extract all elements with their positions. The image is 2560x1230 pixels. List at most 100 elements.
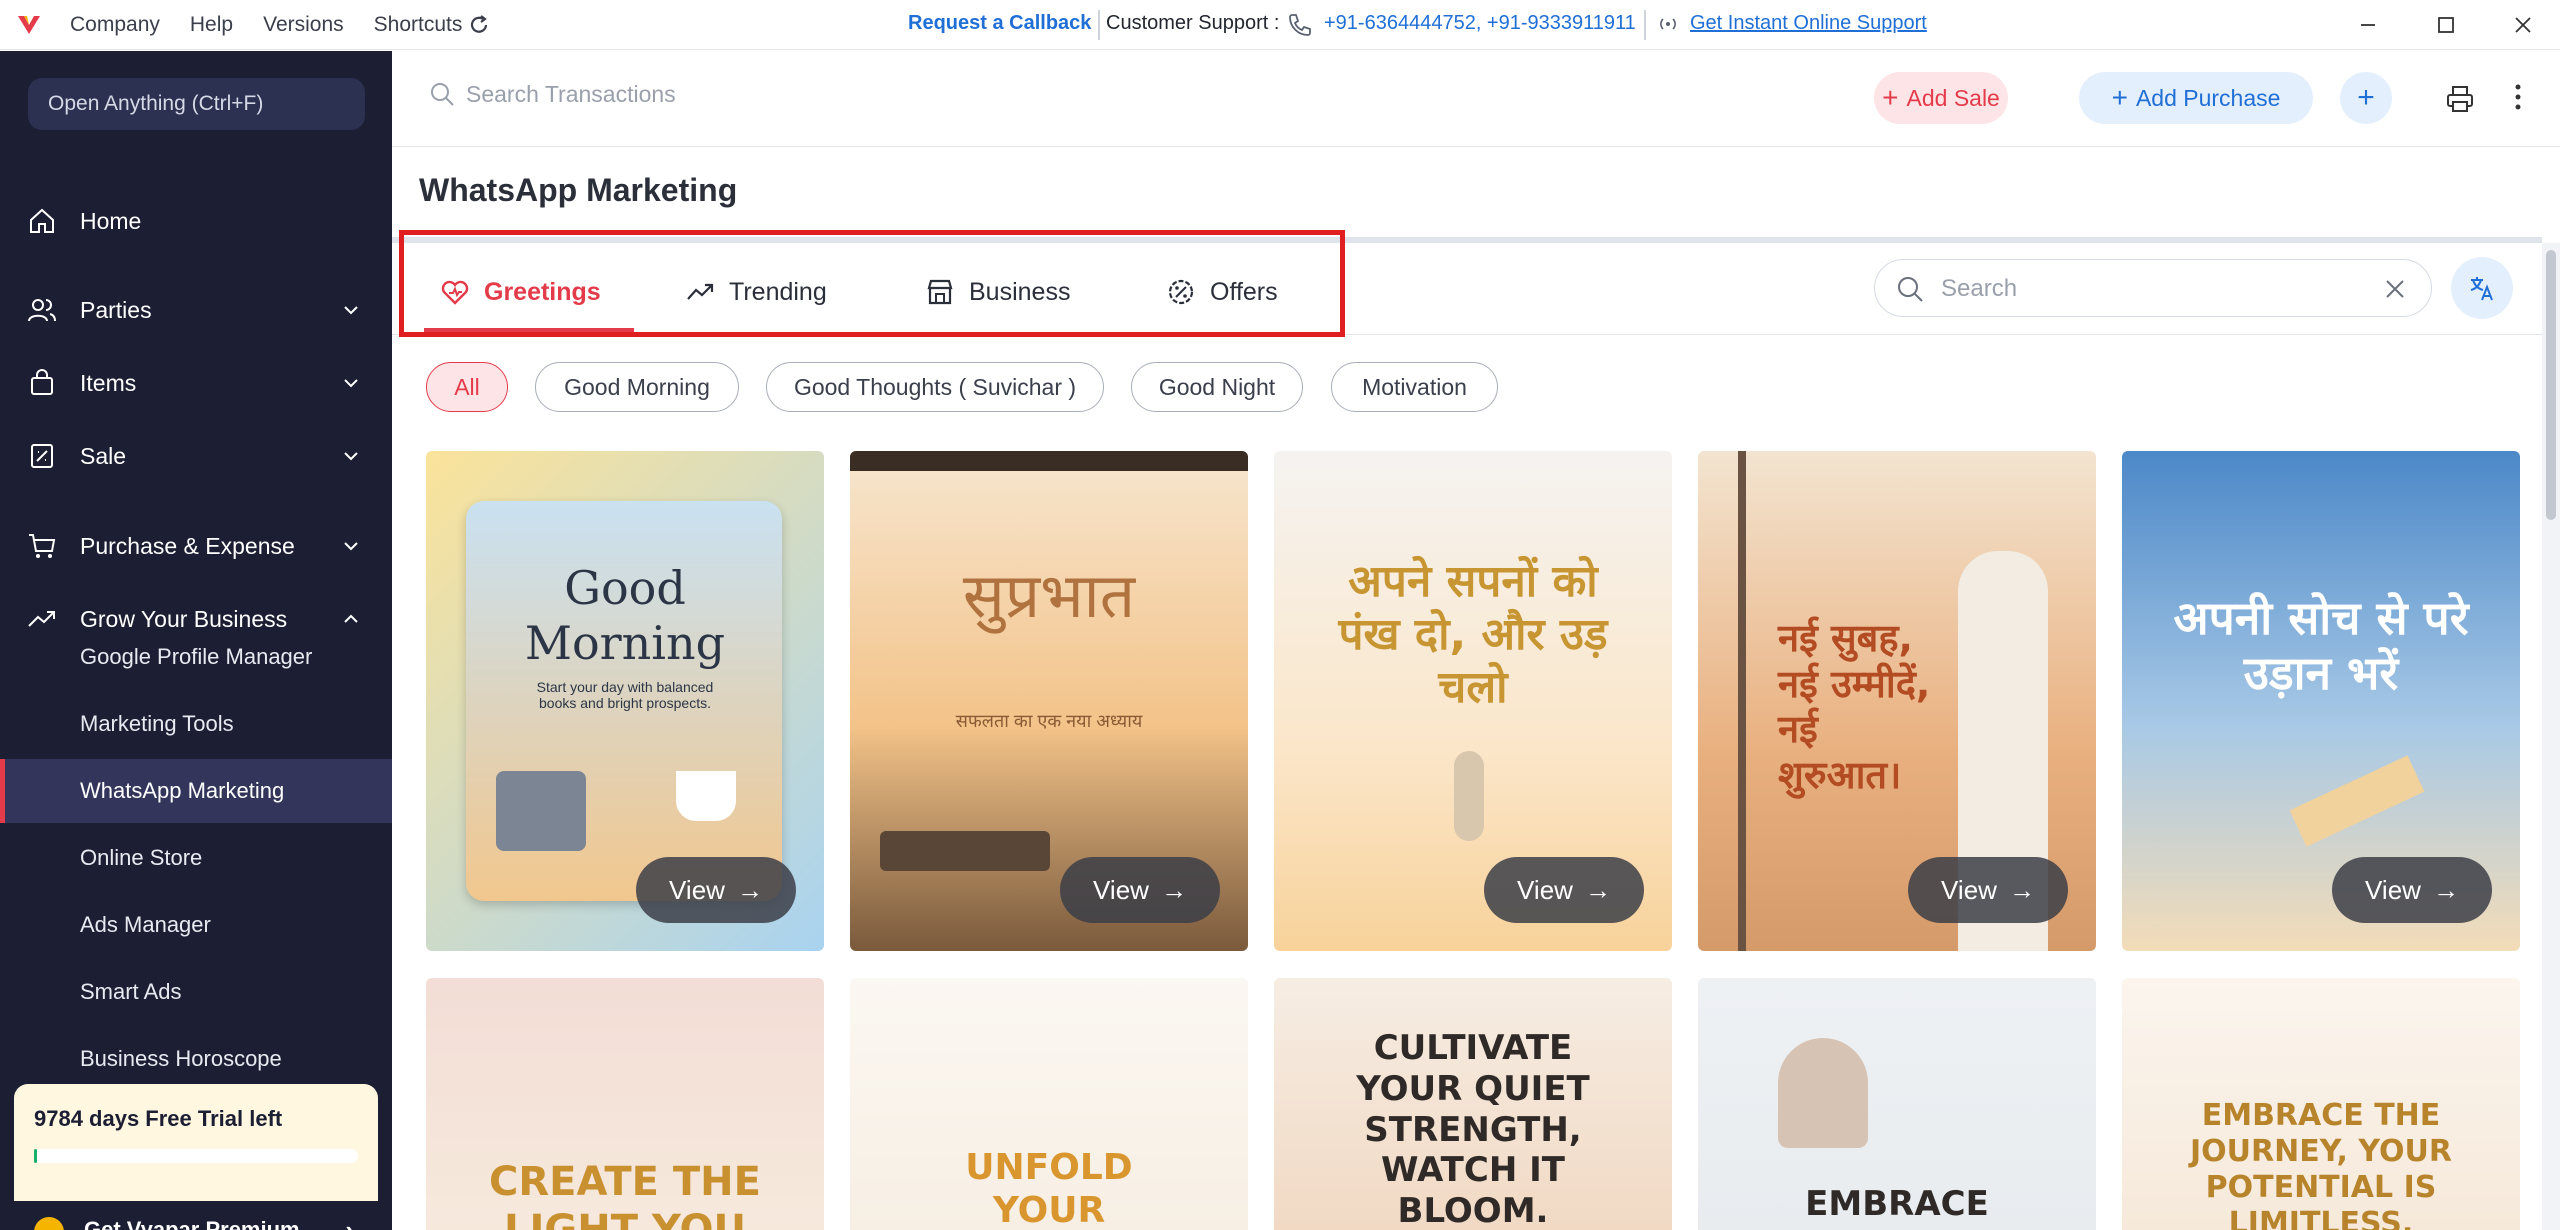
card-subtext: सफलता का एक नया अध्याय [955, 711, 1143, 731]
view-label: View [1093, 874, 1149, 905]
sidebar-subitem-whatsapp-marketing[interactable]: WhatsApp Marketing [0, 759, 392, 823]
card-headline: CREATE THE LIGHT YOU [489, 1159, 761, 1230]
chip-good-night[interactable]: Good Night [1131, 362, 1303, 412]
view-button[interactable]: View → [636, 857, 796, 923]
card-subtext: Start your day with balanced books and b… [536, 679, 714, 711]
view-button[interactable]: View → [1060, 857, 1220, 923]
sidebar-item-purchase-expense[interactable]: Purchase & Expense [0, 516, 392, 576]
add-sale-label: Add Sale [1906, 84, 2000, 111]
page-title: WhatsApp Marketing [419, 172, 738, 208]
support-phone-numbers[interactable]: +91-6364444752, +91-9333911911 [1324, 12, 1636, 35]
sidebar-subitem-business-horoscope[interactable]: Business Horoscope [0, 1027, 392, 1091]
template-card[interactable]: अपने सपनों को पंख दो, और उड़ चलो View → [1274, 451, 1672, 951]
scrollbar-thumb[interactable] [2546, 250, 2556, 520]
sidebar-subitem-google-profile[interactable]: Google Profile Manager [0, 625, 392, 689]
add-sale-button[interactable]: + Add Sale [1874, 72, 2008, 124]
sidebar-item-home[interactable]: Home [0, 191, 392, 251]
card-headline: अपने सपनों को पंख दो, और उड़ चलो [1338, 556, 1608, 713]
plus-icon: + [2111, 82, 2128, 113]
sidebar-subitem-marketing-tools[interactable]: Marketing Tools [0, 692, 392, 756]
sidebar-item-label: Items [80, 369, 137, 396]
premium-label: Get Vyapar Premium [84, 1217, 300, 1230]
menu-company[interactable]: Company [70, 13, 160, 37]
refresh-icon[interactable] [466, 12, 492, 38]
template-card[interactable]: अपनी सोच से परे उड़ान भरें View → [2122, 451, 2520, 951]
chip-motivation[interactable]: Motivation [1331, 362, 1498, 412]
plus-icon: + [1882, 82, 1899, 113]
maximize-icon[interactable] [2431, 10, 2461, 40]
chip-good-morning[interactable]: Good Morning [535, 362, 739, 412]
card-headline: EMBRACE THE JOURNEY, YOUR POTENTIAL IS L… [2190, 1098, 2452, 1230]
close-icon[interactable] [2508, 10, 2538, 40]
sidebar-subitem-ads-manager[interactable]: Ads Manager [0, 893, 392, 957]
sidebar-item-sale[interactable]: Sale [0, 426, 392, 486]
separator [1644, 10, 1646, 40]
view-button[interactable]: View → [2332, 857, 2492, 923]
receipt-icon [31, 444, 53, 468]
template-search [1874, 259, 2432, 317]
menu-versions[interactable]: Versions [263, 13, 344, 37]
sidebar-subitem-smart-ads[interactable]: Smart Ads [0, 960, 392, 1024]
plus-icon: + [2357, 81, 2375, 114]
instant-support-link[interactable]: Get Instant Online Support [1690, 12, 1927, 35]
sidebar-item-label: Home [80, 207, 142, 234]
phone-icon [1289, 14, 1311, 36]
search-icon [1898, 277, 1923, 302]
add-more-button[interactable]: + [2340, 72, 2392, 124]
arrow-right-icon: → [1160, 874, 1187, 905]
trial-progress-fill [34, 1149, 38, 1163]
translate-button[interactable] [2451, 257, 2513, 319]
template-card[interactable]: CULTIVATE YOUR QUIET STRENGTH, WATCH IT … [1274, 978, 1672, 1230]
chevron-down-icon [344, 452, 358, 461]
card-headline: UNFOLD YOUR POTENTIAL, [965, 1147, 1133, 1230]
template-card[interactable]: नई सुबह, नई उम्मीदें, नई शुरुआत। View → [1698, 451, 2096, 951]
book-illustration [880, 831, 1050, 871]
get-premium-button[interactable]: Get Vyapar Premium › [14, 1201, 378, 1230]
home-icon [30, 208, 54, 233]
view-button[interactable]: View → [1908, 857, 2068, 923]
template-card[interactable]: सुप्रभात सफलता का एक नया अध्याय View → [850, 451, 1248, 951]
sidebar-item-parties[interactable]: Parties [0, 280, 392, 340]
request-callback-link[interactable]: Request a Callback [908, 12, 1091, 35]
tabs-highlight-box [399, 230, 1345, 337]
card-headline: अपनी सोच से परे उड़ान भरें [2173, 591, 2469, 701]
person-illustration [1454, 751, 1484, 841]
coffee-cup-illustration [676, 771, 736, 821]
menu-shortcuts[interactable]: Shortcuts [374, 13, 463, 37]
arrow-right-icon: → [736, 874, 763, 905]
menu-help[interactable]: Help [190, 13, 233, 37]
view-label: View [1941, 874, 1997, 905]
minimize-icon[interactable] [2353, 10, 2383, 40]
calculator-illustration [496, 771, 586, 851]
template-card[interactable]: UNFOLD YOUR POTENTIAL, [850, 978, 1248, 1230]
clear-icon[interactable] [2381, 275, 2409, 303]
open-anything-search[interactable]: Open Anything (Ctrl+F) [28, 78, 365, 130]
template-card[interactable]: EMBRACE GROWTH, [1698, 978, 2096, 1230]
chip-all[interactable]: All [426, 362, 508, 412]
template-card[interactable]: EMBRACE THE JOURNEY, YOUR POTENTIAL IS L… [2122, 978, 2520, 1230]
search-transactions-input[interactable]: Search Transactions [428, 81, 676, 108]
more-options-icon[interactable] [2512, 81, 2524, 113]
template-card[interactable]: Good Morning Start your day with balance… [426, 451, 824, 951]
print-icon[interactable] [2444, 83, 2476, 115]
window-frame [850, 451, 1248, 471]
chevron-right-icon: › [345, 1215, 354, 1230]
template-search-input[interactable] [1941, 272, 2341, 306]
sidebar-item-items[interactable]: Items [0, 353, 392, 413]
chevron-down-icon [344, 542, 358, 551]
bag-icon [31, 369, 53, 395]
customer-support-label: Customer Support : [1106, 12, 1280, 34]
add-purchase-button[interactable]: + Add Purchase [2079, 72, 2313, 124]
sidebar-subitem-online-store[interactable]: Online Store [0, 826, 392, 890]
chevron-down-icon [344, 306, 358, 315]
sidebar-item-label: Sale [80, 442, 127, 469]
template-card[interactable]: CREATE THE LIGHT YOU [426, 978, 824, 1230]
title-bar: Company Help Versions Shortcuts Request … [0, 0, 2560, 50]
crown-icon [34, 1217, 64, 1230]
chip-good-thoughts[interactable]: Good Thoughts ( Suvichar ) [766, 362, 1104, 412]
view-button[interactable]: View → [1484, 857, 1644, 923]
search-placeholder: Search Transactions [466, 81, 676, 107]
sidebar-item-label: Parties [80, 296, 152, 323]
users-icon [28, 299, 56, 322]
view-label: View [1517, 874, 1573, 905]
